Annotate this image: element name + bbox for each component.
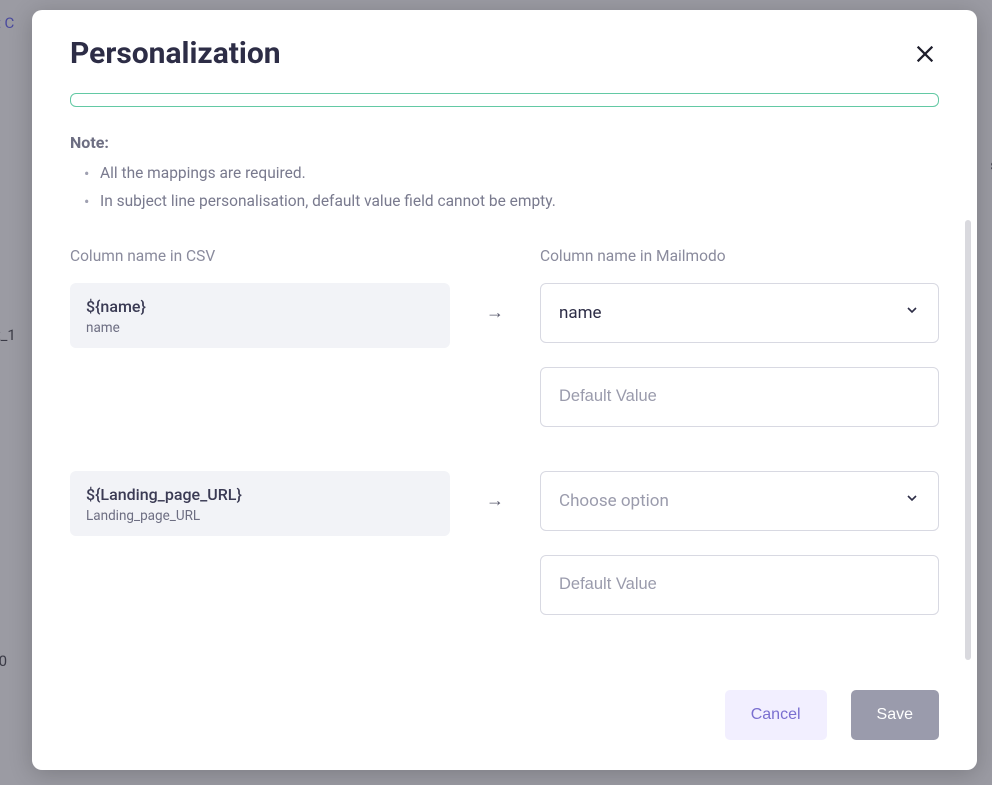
success-alert xyxy=(70,93,939,107)
bg-text: ct C xyxy=(0,14,14,32)
bg-text: st_1 xyxy=(0,326,16,344)
note-item: All the mappings are required. xyxy=(100,160,939,188)
arrow-icon: → xyxy=(450,471,540,531)
chevron-down-icon xyxy=(904,490,920,511)
modal-footer: Cancel Save xyxy=(32,690,977,770)
csv-variable-token: ${name} xyxy=(86,297,434,316)
default-value-input[interactable] xyxy=(559,575,920,594)
mapping-row: ${name} name → name xyxy=(70,283,939,427)
mailmodo-column-header: Column name in Mailmodo xyxy=(540,247,726,265)
csv-variable-name: Landing_page_URL xyxy=(86,508,434,524)
note-list: All the mappings are required. In subjec… xyxy=(70,160,939,216)
note-heading: Note: xyxy=(70,133,939,152)
select-placeholder: Choose option xyxy=(559,491,904,511)
csv-variable-name: name xyxy=(86,320,434,336)
mailmodo-column-select[interactable]: name xyxy=(540,283,939,343)
modal-title: Personalization xyxy=(70,36,281,71)
default-value-input[interactable] xyxy=(559,387,920,406)
column-headers: Column name in CSV Column name in Mailmo… xyxy=(70,246,939,265)
save-button[interactable]: Save xyxy=(851,690,939,740)
modal-body: Note: All the mappings are required. In … xyxy=(32,93,977,690)
close-button[interactable] xyxy=(911,40,939,68)
bg-text: 1-0 xyxy=(0,652,7,670)
select-value: name xyxy=(559,303,904,323)
mapping-row: ${Landing_page_URL} Landing_page_URL → C… xyxy=(70,471,939,615)
csv-variable-box: ${name} name xyxy=(70,283,450,348)
arrow-icon: → xyxy=(450,283,540,343)
csv-variable-token: ${Landing_page_URL} xyxy=(86,485,434,504)
default-value-field[interactable] xyxy=(540,555,939,615)
chevron-down-icon xyxy=(904,302,920,323)
personalization-modal: Personalization Note: All the mappings a… xyxy=(32,10,977,770)
modal-header: Personalization xyxy=(32,10,977,93)
scrollbar-thumb[interactable] xyxy=(965,220,971,660)
close-icon xyxy=(914,43,936,65)
cancel-button[interactable]: Cancel xyxy=(725,690,827,740)
mailmodo-column-select[interactable]: Choose option xyxy=(540,471,939,531)
csv-variable-box: ${Landing_page_URL} Landing_page_URL xyxy=(70,471,450,536)
csv-column-header: Column name in CSV xyxy=(70,247,215,265)
default-value-field[interactable] xyxy=(540,367,939,427)
note-item: In subject line personalisation, default… xyxy=(100,188,939,216)
